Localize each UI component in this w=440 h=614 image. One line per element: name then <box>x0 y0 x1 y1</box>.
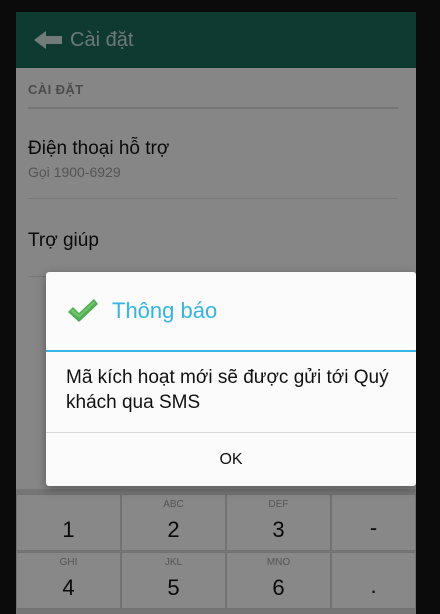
dialog-header: Thông báo <box>46 272 416 352</box>
checkmark-icon <box>68 299 98 322</box>
ok-button[interactable]: OK <box>46 433 416 486</box>
dialog-title: Thông báo <box>112 298 218 323</box>
phone-screen: Cài đặt CÀI ĐẶT Điện thoại hỗ trợ Gọi 19… <box>16 12 416 614</box>
dialog-message: Mã kích hoạt mới sẽ được gửi tới Quý khá… <box>66 367 389 413</box>
notification-dialog: Thông báo Mã kích hoạt mới sẽ được gửi t… <box>46 272 416 486</box>
